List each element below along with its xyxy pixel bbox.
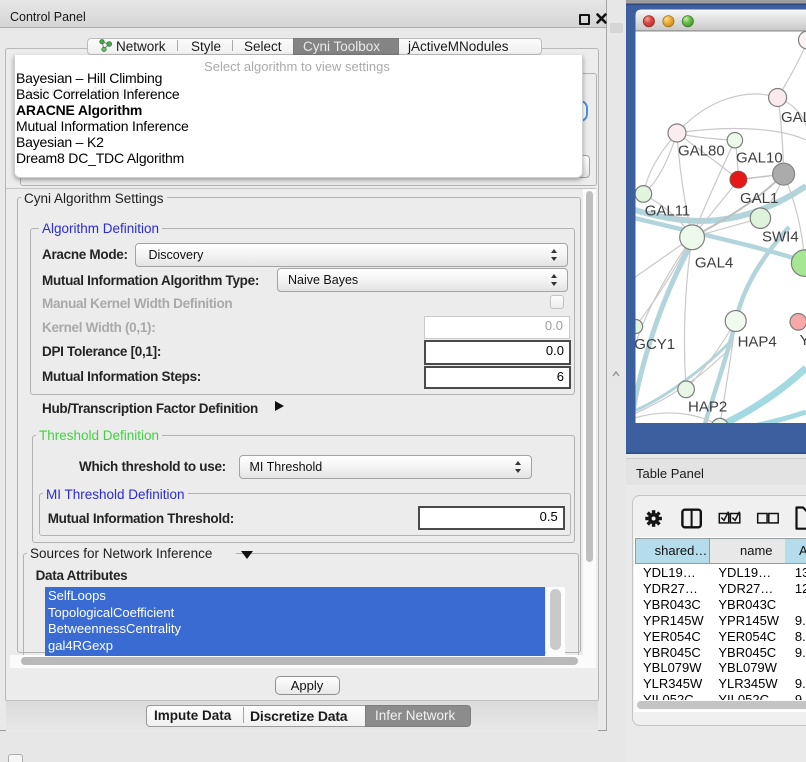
svg-text:GAL7: GAL7 [781,109,806,126]
svg-text:GAL80: GAL80 [678,143,725,160]
svg-text:GAL1: GAL1 [740,190,778,207]
svg-text:SWI4: SWI4 [762,229,799,246]
svg-text:Y: Y [800,332,806,349]
svg-text:GCY1: GCY1 [634,336,675,353]
svg-text:GAL10: GAL10 [736,150,783,167]
svg-text:GAL11: GAL11 [645,203,691,220]
svg-text:HAP4: HAP4 [738,334,777,351]
svg-text:HAP2: HAP2 [688,399,727,416]
svg-text:GAL4: GAL4 [695,255,733,272]
